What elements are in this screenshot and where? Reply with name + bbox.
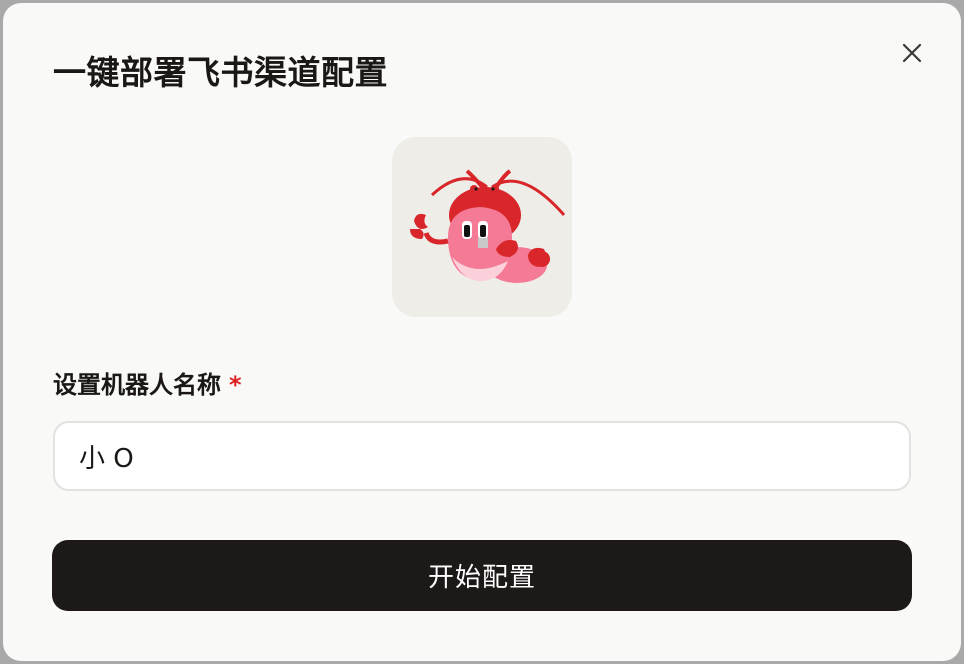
start-config-button[interactable]: 开始配置 bbox=[52, 540, 912, 611]
robot-name-label-text: 设置机器人名称 bbox=[53, 371, 221, 399]
lobster-mascot-icon bbox=[410, 169, 566, 283]
feishu-deploy-dialog: 一键部署飞书渠道配置 设置机器人名称 * 小 O 开始配置 bbox=[3, 3, 961, 661]
dialog-title: 一键部署飞书渠道配置 bbox=[53, 53, 388, 92]
required-asterisk: * bbox=[229, 371, 242, 399]
close-icon bbox=[902, 43, 922, 63]
close-button[interactable] bbox=[895, 36, 929, 70]
robot-name-label: 设置机器人名称 * bbox=[53, 367, 242, 403]
mascot-image-frame bbox=[392, 137, 572, 317]
robot-name-input[interactable] bbox=[53, 421, 911, 491]
